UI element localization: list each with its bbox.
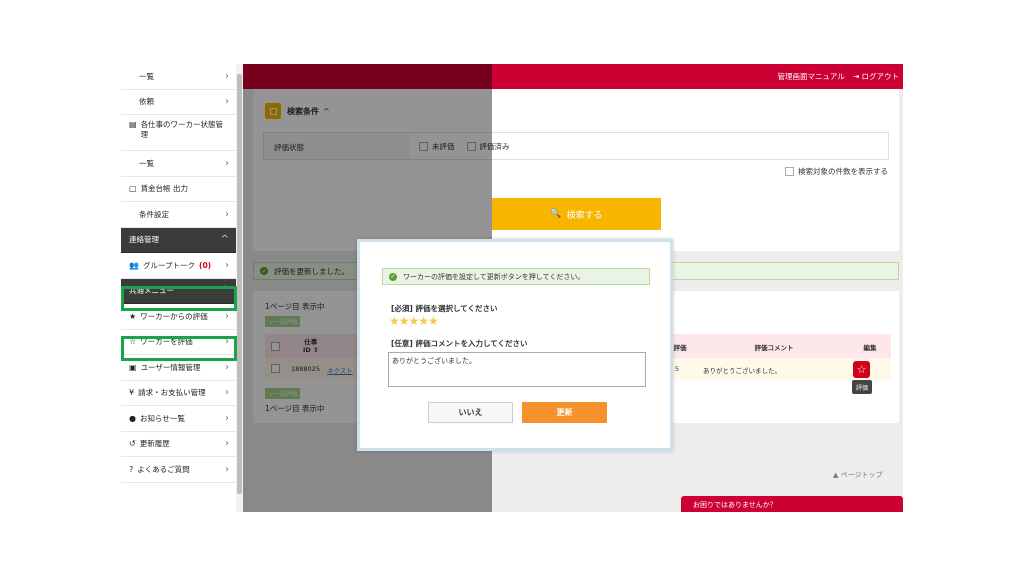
chevron-right-icon: › — [225, 438, 229, 450]
sidebar-item-news[interactable]: ● お知らせ一覧 › — [121, 406, 237, 432]
chevron-right-icon: › — [225, 96, 229, 108]
cancel-button[interactable]: いいえ — [428, 402, 513, 423]
comment-optional-label: [任意] 評価コメントを入力してください — [391, 339, 528, 348]
sidebar-item-billing[interactable]: ¥ 請求・お支払い管理 › — [121, 381, 237, 406]
star-rating-selector[interactable]: ★★★★★ — [389, 314, 439, 328]
document-icon: ▤ — [129, 120, 137, 129]
sidebar-item-history[interactable]: ↺ 更新履歴 › — [121, 432, 237, 457]
search-button[interactable]: 🔍 検索する — [492, 198, 661, 230]
sidebar-header-contact[interactable]: 連絡管理 ^ — [121, 227, 237, 253]
search-icon: 🔍 — [550, 209, 562, 219]
update-button[interactable]: 更新 — [522, 402, 607, 423]
count-toggle[interactable]: 検索対象の件数を表示する — [785, 166, 888, 177]
search-button-label: 検索する — [566, 210, 603, 221]
sidebar-item-label: ユーザー情報管理 — [140, 362, 201, 372]
edit-tooltip: 評価 — [852, 380, 872, 394]
sidebar-section-worker-status: ▤ 各仕事のワーカー状態管理 — [121, 115, 237, 151]
sidebar-scrollbar[interactable] — [236, 64, 243, 512]
yen-icon: ¥ — [129, 388, 135, 398]
chevron-right-icon: › — [225, 310, 229, 322]
sidebar-item-status-list[interactable]: 一覧 › — [121, 151, 237, 177]
sidebar-item-label: 請求・お支払い管理 — [138, 388, 206, 398]
arrow-up-icon: ▲ — [833, 471, 841, 479]
chevron-up-icon: ^ — [220, 234, 229, 246]
sidebar-item-label: 各仕事のワーカー状態管理 — [140, 120, 224, 139]
checkbox-box[interactable] — [785, 167, 794, 176]
sidebar-item-label: 更新履歴 — [139, 439, 170, 449]
sidebar-item-request[interactable]: 依頼 › — [121, 90, 237, 115]
modal-notice: ✓ ワーカーの評価を設定して更新ボタンを押してください。 — [382, 268, 650, 285]
logout-link[interactable]: ⇥ ログアウト — [853, 71, 899, 82]
chevron-right-icon: › — [225, 259, 229, 271]
sidebar-item-group-talk[interactable]: 👥 グループトーク (0) › — [121, 253, 237, 279]
edit-rating-button[interactable]: ☆ — [853, 361, 870, 378]
comment-textarea[interactable]: ありがとうございました。 — [388, 352, 646, 387]
sidebar-section-wage-ledger: ▢ 賃金台帳 出力 — [121, 177, 237, 202]
chevron-right-icon: › — [225, 387, 229, 399]
col-comment: 評価コメント — [699, 334, 849, 358]
chevron-right-icon: › — [225, 70, 229, 82]
chevron-right-icon: › — [225, 361, 229, 373]
sidebar-item-label: 連絡管理 — [129, 235, 159, 245]
chevron-right-icon: › — [225, 463, 229, 475]
logout-icon: ⇥ — [852, 72, 862, 81]
chevron-right-icon: › — [225, 157, 229, 169]
modal-notice-text: ワーカーの評価を設定して更新ボタンを押してください。 — [403, 272, 585, 281]
sidebar-item-label: 依頼 — [139, 97, 154, 107]
question-icon: ? — [129, 464, 134, 474]
chevron-right-icon: › — [225, 412, 229, 424]
logout-label: ログアウト — [861, 72, 900, 81]
sidebar-item-label: 条件設定 — [139, 209, 169, 219]
highlight-common-menu — [121, 286, 237, 311]
scrollbar-thumb[interactable] — [237, 74, 242, 494]
chevron-right-icon: › — [225, 208, 229, 220]
info-icon: ● — [129, 413, 136, 423]
unread-count: (0) — [199, 260, 212, 270]
check-circle-icon: ✓ — [389, 272, 397, 281]
sidebar-item-label: 一覧 — [139, 71, 154, 81]
sidebar-item-label: ワーカーからの評価 — [140, 311, 208, 321]
sidebar-item-list[interactable]: 一覧 › — [121, 64, 237, 90]
user-card-icon: ▣ — [129, 362, 137, 372]
sidebar-item-label: 一覧 — [139, 158, 154, 168]
star-filled-icon: ★ — [129, 311, 137, 321]
sidebar-item-label: お知らせ一覧 — [139, 413, 185, 423]
sidebar-item-label: グループトーク — [142, 260, 196, 270]
page-top-link[interactable]: ▲ ページトップ — [833, 470, 882, 480]
count-toggle-label: 検索対象の件数を表示する — [798, 167, 888, 176]
col-edit: 編集 — [849, 334, 891, 358]
row-rate: 5 — [675, 365, 680, 373]
star-outline-icon: ☆ — [856, 363, 867, 376]
sidebar-item-label: 賃金台帳 出力 — [140, 184, 188, 194]
page-top-label: ページトップ — [840, 471, 883, 479]
highlight-rate-workers — [121, 336, 237, 361]
row-comment: ありがとうございました。 — [703, 367, 781, 375]
rating-required-label: [必須] 評価を選択してください — [391, 304, 498, 313]
manual-link[interactable]: 管理画面マニュアル — [778, 71, 845, 82]
file-icon: ▢ — [129, 184, 137, 194]
rating-modal: ✓ ワーカーの評価を設定して更新ボタンを押してください。 [必須] 評価を選択して… — [357, 239, 673, 451]
history-icon: ↺ — [129, 439, 136, 449]
sidebar-item-conditions[interactable]: 条件設定 › — [121, 202, 237, 228]
help-tab[interactable]: お困りではありませんか？ — [681, 496, 903, 512]
sidebar-item-label: よくあるご質問 — [137, 464, 190, 474]
sidebar-item-faq[interactable]: ? よくあるご質問 › — [121, 457, 237, 483]
users-icon: 👥 — [129, 260, 139, 270]
